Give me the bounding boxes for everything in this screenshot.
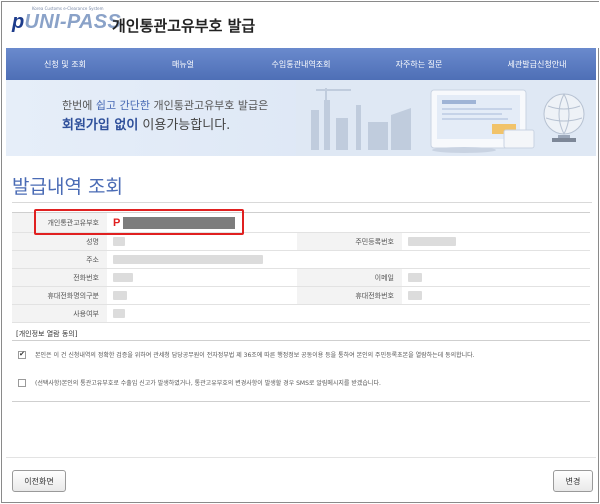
table-row: 사용여부 bbox=[12, 305, 590, 323]
banner-line-1: 한번에 쉽고 간단한 개인통관고유부호 발급은 bbox=[62, 99, 269, 112]
promo-banner: 한번에 쉽고 간단한 개인통관고유부호 발급은 회원가입 없이 이용가능합니다. bbox=[6, 80, 596, 156]
banner-illustration bbox=[296, 80, 596, 156]
name-label: 성명 bbox=[12, 233, 107, 250]
rrn-label: 주민등록번호 bbox=[297, 233, 402, 250]
phone-value bbox=[107, 269, 297, 286]
app-window: Korea Customs e-Clearance System pUNI-PA… bbox=[1, 1, 600, 503]
nav-item-apply-inquiry[interactable]: 신청 및 조회 bbox=[6, 48, 124, 80]
mobile-label: 휴대전화번호 bbox=[297, 287, 402, 304]
redacted-value bbox=[113, 273, 133, 282]
redacted-value bbox=[408, 273, 422, 282]
back-button[interactable]: 이전화면 bbox=[12, 470, 66, 492]
address-label: 주소 bbox=[12, 251, 107, 268]
logo-wordmark: pUNI-PASS bbox=[12, 11, 122, 33]
page-title: 발급내역 조회 bbox=[12, 176, 123, 198]
site-header: Korea Customs e-Clearance System pUNI-PA… bbox=[2, 2, 600, 48]
table-row: 성명 주민등록번호 bbox=[12, 233, 590, 251]
table-row: 전화번호 이메일 bbox=[12, 269, 590, 287]
consent-sms-text: (선택사항)본인의 통관고유부호로 수출입 신고가 발생하였거나, 통관고유부호… bbox=[35, 380, 381, 387]
footer-divider bbox=[6, 457, 596, 458]
redacted-value bbox=[113, 237, 125, 246]
consent-rrn-text: 본인은 이 건 신청내역의 정확한 검증을 위하여 관세청 담당공무원이 전자정… bbox=[35, 352, 475, 359]
rrn-value bbox=[402, 233, 590, 250]
table-row: 주소 bbox=[12, 251, 590, 269]
address-value bbox=[107, 251, 590, 268]
usage-value bbox=[107, 305, 590, 322]
consent-rrn-checkbox[interactable]: ✔ bbox=[18, 350, 26, 359]
redacted-value bbox=[113, 255, 263, 264]
email-label: 이메일 bbox=[297, 269, 402, 286]
mobile-owner-value bbox=[107, 287, 297, 304]
nav-item-faq[interactable]: 자주하는 질문 bbox=[360, 48, 478, 80]
nav-item-customs-guide[interactable]: 세관발급신청안내 bbox=[478, 48, 596, 80]
mobile-owner-label: 휴대전화명의구분 bbox=[12, 287, 107, 304]
consent-section: ✔ 본인은 이 건 신청내역의 정확한 검증을 위하여 관세청 담당공무원이 전… bbox=[12, 340, 590, 402]
usage-label: 사용여부 bbox=[12, 305, 107, 322]
name-value bbox=[107, 233, 297, 250]
site-title: 개인통관고유부호 발급 bbox=[112, 17, 256, 35]
email-value bbox=[402, 269, 590, 286]
consent-title: [개인정보 열람 동의] bbox=[16, 330, 78, 338]
main-nav: 신청 및 조회 매뉴얼 수입통관내역조회 자주하는 질문 세관발급신청안내 bbox=[6, 48, 596, 80]
consent-item-sms: (선택사항)본인의 통관고유부호로 수출입 신고가 발생하였거나, 통관고유부호… bbox=[18, 378, 381, 387]
mobile-value bbox=[402, 287, 590, 304]
redacted-value bbox=[113, 309, 125, 318]
title-divider bbox=[12, 202, 592, 203]
consent-sms-checkbox[interactable] bbox=[18, 378, 26, 387]
banner-line-2: 회원가입 없이 이용가능합니다. bbox=[62, 118, 231, 133]
phone-label: 전화번호 bbox=[12, 269, 107, 286]
table-row: 휴대전화명의구분 휴대전화번호 bbox=[12, 287, 590, 305]
consent-item-rrn: ✔ 본인은 이 건 신청내역의 정확한 검증을 위하여 관세청 담당공무원이 전… bbox=[18, 350, 475, 359]
unipass-logo[interactable]: Korea Customs e-Clearance System pUNI-PA… bbox=[12, 6, 121, 42]
redacted-value bbox=[408, 237, 456, 246]
highlight-box bbox=[34, 209, 244, 235]
redacted-value bbox=[408, 291, 422, 300]
change-button[interactable]: 변경 bbox=[553, 470, 593, 492]
nav-item-import-clearance[interactable]: 수입통관내역조회 bbox=[242, 48, 360, 80]
redacted-value bbox=[113, 291, 127, 300]
nav-item-manual[interactable]: 매뉴얼 bbox=[124, 48, 242, 80]
